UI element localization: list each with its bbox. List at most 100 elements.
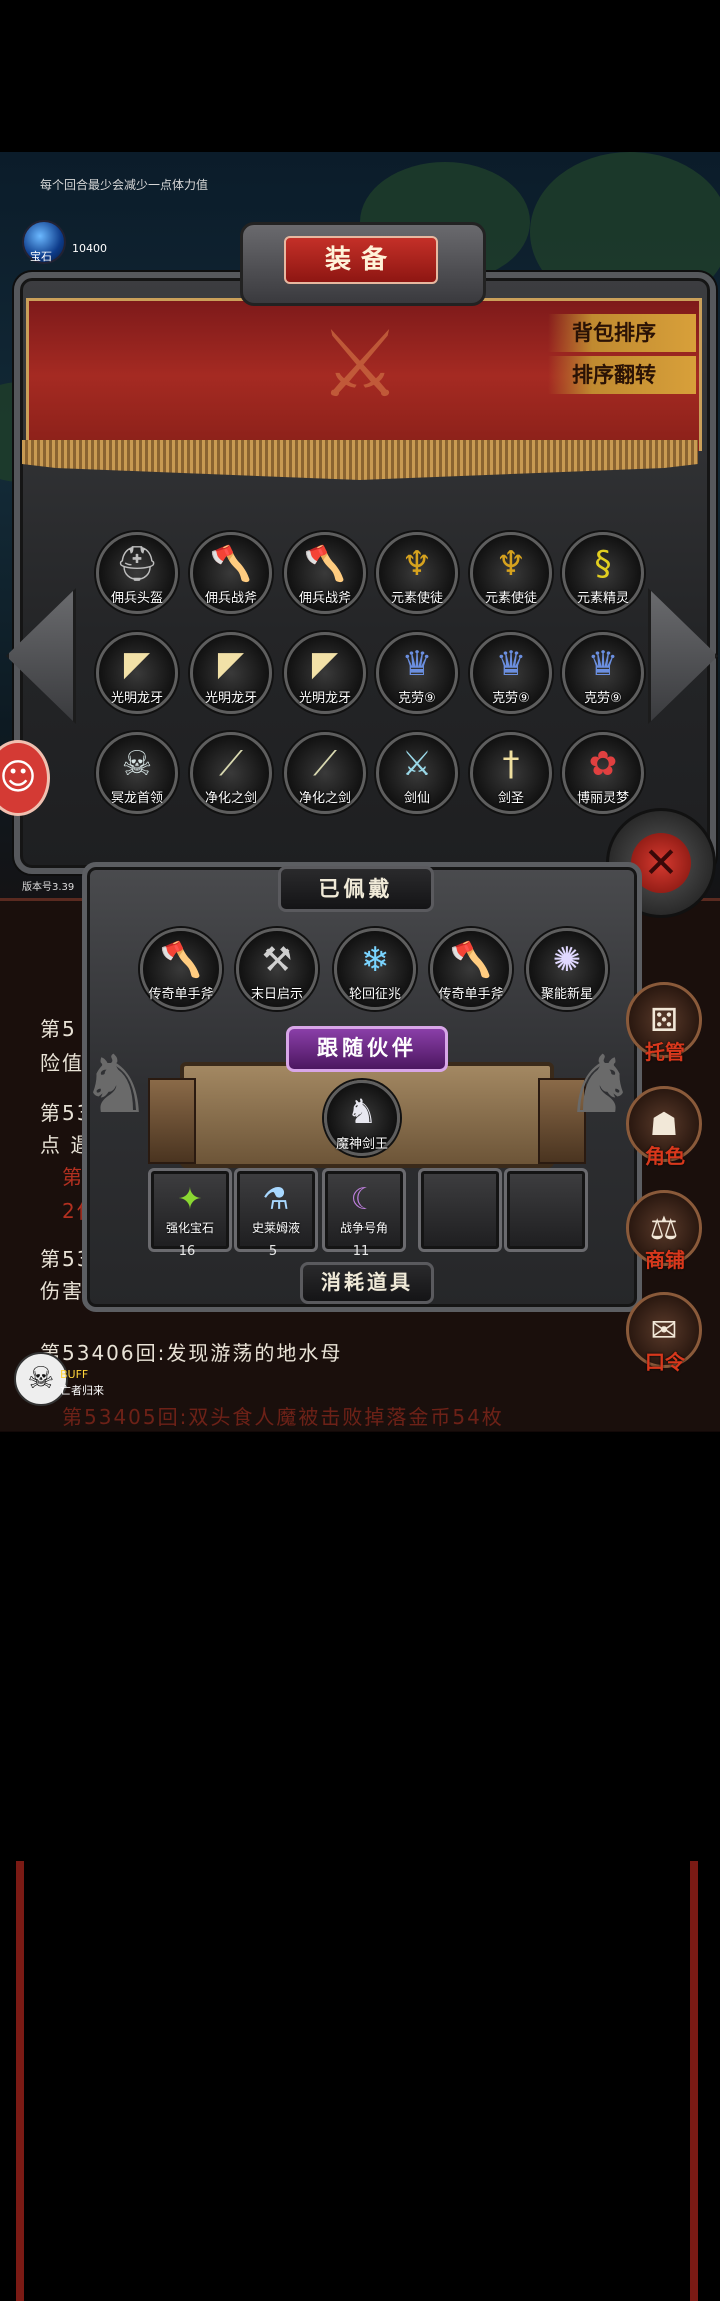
bag-item-label: 光明龙牙: [298, 691, 351, 706]
log-line: 伤害: [40, 1279, 84, 1303]
bag-item-label: 元素使徒: [390, 591, 443, 606]
worn-item[interactable]: ❄ 轮回征兆: [334, 928, 416, 1010]
bag-item[interactable]: ✿ 博丽灵梦: [562, 732, 644, 814]
blue-fairy-icon: ♛: [495, 644, 527, 684]
empty-slot[interactable]: [504, 1168, 588, 1252]
bag-item-label: 剑圣: [497, 791, 524, 806]
bag-item-label: 佣兵战斧: [298, 591, 351, 606]
potion-icon: ⚗: [262, 1182, 290, 1217]
bag-item-label: 光明龙牙: [110, 691, 163, 706]
legend-axe-icon: 🪓: [449, 940, 493, 980]
bag-item[interactable]: ♛ 克劳⑨: [376, 632, 458, 714]
bag-sort-button[interactable]: 背包排序: [548, 314, 696, 352]
horn-icon: ☾: [350, 1182, 378, 1217]
bag-item[interactable]: ⛑ 佣兵头盔: [96, 532, 178, 614]
axe-icon: 🪓: [209, 544, 253, 584]
bag-item[interactable]: ♛ 克劳⑨: [470, 632, 552, 714]
worn-item-label: 聚能新星: [540, 987, 593, 1002]
consumable-label: 战争号角: [339, 1221, 388, 1235]
bone-dragon-icon: ☠: [121, 744, 153, 784]
companion-title: 跟随伙伴: [286, 1026, 448, 1072]
bag-item-label: 剑仙: [403, 791, 430, 806]
worn-item-label: 传奇单手斧: [148, 987, 214, 1002]
bag-item[interactable]: ☠ 冥龙首领: [96, 732, 178, 814]
helmet-icon: ⛑: [115, 544, 159, 584]
bag-item[interactable]: ⚔ 剑仙: [376, 732, 458, 814]
worn-item-label: 轮回征兆: [348, 987, 401, 1002]
hint-text: 每个回合最少会减少一点体力值: [40, 178, 209, 192]
log-line: 第53405回:双头食人魔被击败掉落金币54枚: [62, 1405, 504, 1429]
worn-item[interactable]: 🪓 传奇单手斧: [140, 928, 222, 1010]
golden-warrior-icon: ♆: [495, 544, 527, 584]
bag-item-label: 净化之剑: [298, 791, 351, 806]
dragon-tooth-icon: ◤: [311, 644, 339, 684]
bag-item[interactable]: ⟋ 净化之剑: [190, 732, 272, 814]
worn-item-label: 传奇单手斧: [438, 987, 504, 1002]
side-menu-label: 商铺: [645, 1248, 685, 1272]
golden-warrior-icon: ♆: [401, 544, 433, 584]
empty-slot[interactable]: [418, 1168, 502, 1252]
bag-item-label: 克劳⑨: [398, 691, 436, 706]
bag-item[interactable]: ♛ 克劳⑨: [562, 632, 644, 714]
consumable-label: 强化宝石: [165, 1221, 214, 1235]
consumable-item[interactable]: ⚗ 史莱姆液: [234, 1168, 318, 1252]
blue-fairy-icon: ♛: [401, 644, 433, 684]
gem-count: 10400: [72, 242, 107, 255]
worn-title: 已佩戴: [278, 866, 434, 912]
sword-icon: ⟋: [313, 744, 337, 784]
bag-item-label: 元素使徒: [484, 591, 537, 606]
dragon-statue-left-icon: ♞: [80, 1038, 152, 1131]
bag-item[interactable]: ◤ 光明龙牙: [96, 632, 178, 714]
worn-item[interactable]: ✺ 聚能新星: [526, 928, 608, 1010]
log-line: 第5: [40, 1017, 77, 1041]
bag-item-label: 冥龙首领: [110, 791, 163, 806]
bag-item[interactable]: ♆ 元素使徒: [376, 532, 458, 614]
worn-item[interactable]: ⚒ 末日启示: [236, 928, 318, 1010]
sword-saint-icon: †: [502, 744, 520, 784]
ice-staff-icon: ❄: [360, 940, 390, 980]
bag-item[interactable]: § 元素精灵: [562, 532, 644, 614]
bag-item[interactable]: ⟋ 净化之剑: [284, 732, 366, 814]
bag-item-label: 克劳⑨: [492, 691, 530, 706]
version-label: 版本号3.39: [22, 882, 75, 893]
bag-item-label: 佣兵战斧: [204, 591, 257, 606]
bag-item[interactable]: ◤ 光明龙牙: [190, 632, 272, 714]
bag-item-label: 光明龙牙: [204, 691, 257, 706]
bag-item[interactable]: ♆ 元素使徒: [470, 532, 552, 614]
consumable-label: 史莱姆液: [251, 1221, 300, 1235]
demon-sword-king-icon: ♞: [346, 1092, 378, 1132]
dragon-tooth-icon: ◤: [217, 644, 245, 684]
gem-label: 宝石: [30, 250, 52, 263]
bag-item[interactable]: † 剑圣: [470, 732, 552, 814]
panel-title: 装备: [284, 236, 438, 284]
bag-item-label: 博丽灵梦: [576, 791, 629, 806]
worn-item[interactable]: 🪓 传奇单手斧: [430, 928, 512, 1010]
bag-item-label: 元素精灵: [576, 591, 629, 606]
dragon-tooth-icon: ◤: [123, 644, 151, 684]
bag-item[interactable]: ◤ 光明龙牙: [284, 632, 366, 714]
sword-icon: ⟋: [219, 744, 243, 784]
companion-item[interactable]: ♞ 魔神剑王: [324, 1080, 400, 1156]
consumable-item[interactable]: ✦ 强化宝石: [148, 1168, 232, 1252]
bag-item-label: 净化之剑: [204, 791, 257, 806]
doom-weapon-icon: ⚒: [261, 940, 293, 980]
bag-item[interactable]: 🪓 佣兵战斧: [284, 532, 366, 614]
log-line: 第53406回:发现游荡的地水母: [40, 1341, 343, 1365]
side-menu-label: 角色: [645, 1144, 685, 1168]
nova-icon: ✺: [552, 940, 582, 980]
buff-title: BUFF: [60, 1368, 89, 1381]
sort-reverse-button[interactable]: 排序翻转: [548, 356, 696, 394]
side-menu-label: 托管: [645, 1040, 685, 1064]
bag-item-label: 佣兵头盔: [110, 591, 163, 606]
log-border-right: [690, 1861, 698, 2301]
companion-name: 魔神剑王: [335, 1137, 388, 1152]
sword-sage-icon: ⚔: [401, 744, 433, 784]
yellow-spirit-icon: §: [594, 544, 612, 584]
buff-name: 亡者归来: [60, 1384, 104, 1397]
consumable-item[interactable]: ☾ 战争号角: [322, 1168, 406, 1252]
bag-item[interactable]: 🪓 佣兵战斧: [190, 532, 272, 614]
log-border-left: [16, 1861, 24, 2301]
side-menu-label: 口令: [645, 1350, 685, 1374]
green-gem-icon: ✦: [177, 1182, 203, 1217]
consumable-count: 16: [178, 1244, 196, 1259]
